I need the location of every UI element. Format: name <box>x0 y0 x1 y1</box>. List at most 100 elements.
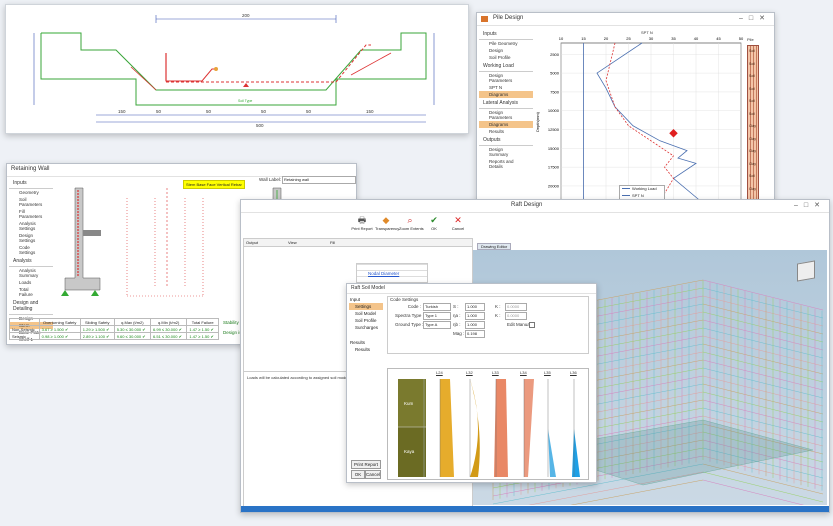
print-report-button[interactable]: Print Report <box>351 460 381 469</box>
param-label: Mag : <box>453 331 465 336</box>
field-select[interactable]: Type 1 <box>423 312 451 320</box>
pile-nav-item[interactable]: Design <box>479 47 533 54</box>
table-row: Seismic 0.98 ≥ 1.000 ✔ 2.89 ≥ 1.100 ✔ 9.60 … <box>9 332 219 340</box>
param-input[interactable]: 0.198 <box>465 330 485 338</box>
table-cell: 2.89 ≥ 1.100 ✔ <box>79 332 115 340</box>
param-label: ηb : <box>453 322 461 327</box>
window-title: Raft Soil Model <box>351 285 385 291</box>
param-input[interactable]: 1.000 <box>465 303 485 311</box>
field-select[interactable]: Turkish <box>423 303 451 311</box>
stability-table: Overturning Safety Sliding Safety q.Max (t… <box>9 318 219 340</box>
toolbar-button-zoom-extents[interactable]: ⌕ Zoom Extents <box>399 215 424 235</box>
pile-nav-item[interactable]: Diagrams <box>479 121 533 128</box>
wall-nav-item[interactable]: Total Failure <box>9 286 53 298</box>
x-tick-label: 45 <box>716 36 721 41</box>
x-tick-label: 15 <box>581 36 586 41</box>
retaining-section-drawing: 200 150 50 50 50 50 150 500 Soil Type <box>5 4 469 134</box>
soil-layer-label: Soil <box>749 99 755 103</box>
toolbar-button-cancel[interactable]: ✕ Cancel <box>447 215 469 235</box>
soil-nav-item[interactable]: Soil Model <box>349 310 383 317</box>
toolbar-button-transparency[interactable]: ◆ Transparency <box>375 215 400 235</box>
dim-bottom-5: 50 <box>306 109 312 114</box>
cancel-button[interactable]: Cancel <box>365 470 381 479</box>
wall-section: Design and Detailing <box>9 298 53 315</box>
y-tick-label: 5000 <box>550 71 560 76</box>
field-label: Ground Type : <box>395 322 424 327</box>
dim-top: 200 <box>242 13 250 18</box>
soil-layer-label: Clay <box>749 149 757 153</box>
toolbar-button-print[interactable]: 🖶 Print Report <box>351 215 373 235</box>
rebar-line <box>702 319 824 351</box>
toolbar-button-ok[interactable]: ✔ OK <box>423 215 445 235</box>
wall-nav-item[interactable]: Analysis Settings <box>9 220 53 232</box>
pile-nav-item[interactable]: Design Parameters <box>479 72 533 84</box>
wall-nav-item[interactable]: Geometry <box>9 189 53 196</box>
x-tick-label: 30 <box>649 36 654 41</box>
param-input[interactable]: 0.0000 <box>505 303 527 311</box>
pile-nav-item[interactable]: Soil Profile <box>479 54 533 61</box>
diagram-title: L35 <box>544 370 551 375</box>
rebar-line <box>702 367 824 399</box>
table-cell: Non-Seismic <box>9 325 40 333</box>
wall-nav-item[interactable]: Loads <box>9 279 53 286</box>
soil-nav-item[interactable]: Surcharges <box>349 324 383 331</box>
diagram-title: L33 <box>492 370 499 375</box>
wall-section: Inputs <box>9 178 53 189</box>
view-cube[interactable] <box>797 260 815 282</box>
y-tick-label: 7500 <box>550 89 560 94</box>
table-cell: Seismic <box>9 332 40 340</box>
chart-top-label: SPT N <box>641 30 653 35</box>
panel-tab[interactable]: Fill <box>330 240 335 245</box>
soil-model-note: Loads will be calculated according to as… <box>247 375 349 380</box>
nav-results-item[interactable]: Results <box>349 346 383 353</box>
soil-type-label: Soil Type <box>238 99 253 103</box>
wall-nav-item[interactable]: Code Settings <box>9 244 53 256</box>
ok-icon: ✔ <box>430 215 438 225</box>
ok-button[interactable]: OK <box>351 470 365 479</box>
wall-nav-item[interactable]: Fill Parameters <box>9 208 53 220</box>
panel-tab[interactable]: View <box>288 240 297 245</box>
pile-nav-item[interactable]: Design Summary <box>479 146 533 158</box>
pile-nav-item[interactable]: Results <box>479 128 533 135</box>
window-controls[interactable]: –□✕ <box>794 201 826 209</box>
table-header: Sliding Safety <box>79 318 115 326</box>
nodal-diameter-link[interactable]: Nodal Diameter <box>368 271 399 276</box>
table-row: Non-Seismic 3.67 ≥ 1.500 ✔ 1.29 ≥ 1.500 ✔ 5… <box>9 325 219 333</box>
rebar-line <box>702 471 824 503</box>
pile-section: Lateral Analysis <box>479 98 533 109</box>
edit-manually-checkbox[interactable] <box>529 322 535 328</box>
wall-nav-item[interactable]: Analysis Summary <box>9 267 53 279</box>
soil-layer-label: Soil <box>749 49 755 53</box>
soil-column: Pile Soil Soil Soil Soil Soil Soil Clay Clay Cla… <box>741 37 763 202</box>
field-select[interactable]: Type A <box>423 321 451 329</box>
panel-tab[interactable]: Output <box>246 240 258 245</box>
soil-nav-item[interactable]: Settings <box>349 303 383 310</box>
rebar-line <box>702 303 824 335</box>
y-tick-label: 12500 <box>548 127 560 132</box>
soil-diagram: L24 L32 L33 L34 L35 L36 Kum Kaya <box>387 368 589 480</box>
window-controls[interactable]: –□✕ <box>739 14 771 22</box>
soil-column-title: Pile <box>747 37 754 42</box>
param-input[interactable]: 0.0000 <box>505 312 527 320</box>
rebar-line <box>702 295 824 327</box>
pile-nav-item[interactable]: Pile Geometry <box>479 40 533 47</box>
x-tick-label: 25 <box>626 36 631 41</box>
drawing-editor-tab[interactable]: Drawing Editor <box>477 243 512 250</box>
param-input[interactable]: 1.000 <box>465 321 485 329</box>
soil-nav: Input Settings Soil Model Soil Profile Surc… <box>349 296 383 476</box>
table-cell: 1.47 ≥ 1.50 ✔ <box>186 332 219 340</box>
pile-nav-item[interactable]: Reports and Details <box>479 158 533 170</box>
window-title: Retaining Wall <box>11 166 50 172</box>
soil-layer-label: Soil <box>749 74 755 78</box>
pile-nav-item[interactable]: SPT N <box>479 84 533 91</box>
pile-nav-item[interactable]: Diagrams <box>479 91 533 98</box>
wall-nav-item[interactable]: Design Settings <box>9 232 53 244</box>
toolbar-label: Transparency <box>375 226 400 231</box>
app-icon <box>481 16 488 22</box>
wall-label-input[interactable]: Retaining wall <box>282 176 356 184</box>
pile-nav-item[interactable]: Design Parameters <box>479 109 533 121</box>
soil-nav-item[interactable]: Soil Profile <box>349 317 383 324</box>
soil-layer-label: Clay <box>749 161 757 166</box>
wall-nav-item[interactable]: Soil Parameters <box>9 196 53 208</box>
param-input[interactable]: 1.000 <box>465 312 485 320</box>
